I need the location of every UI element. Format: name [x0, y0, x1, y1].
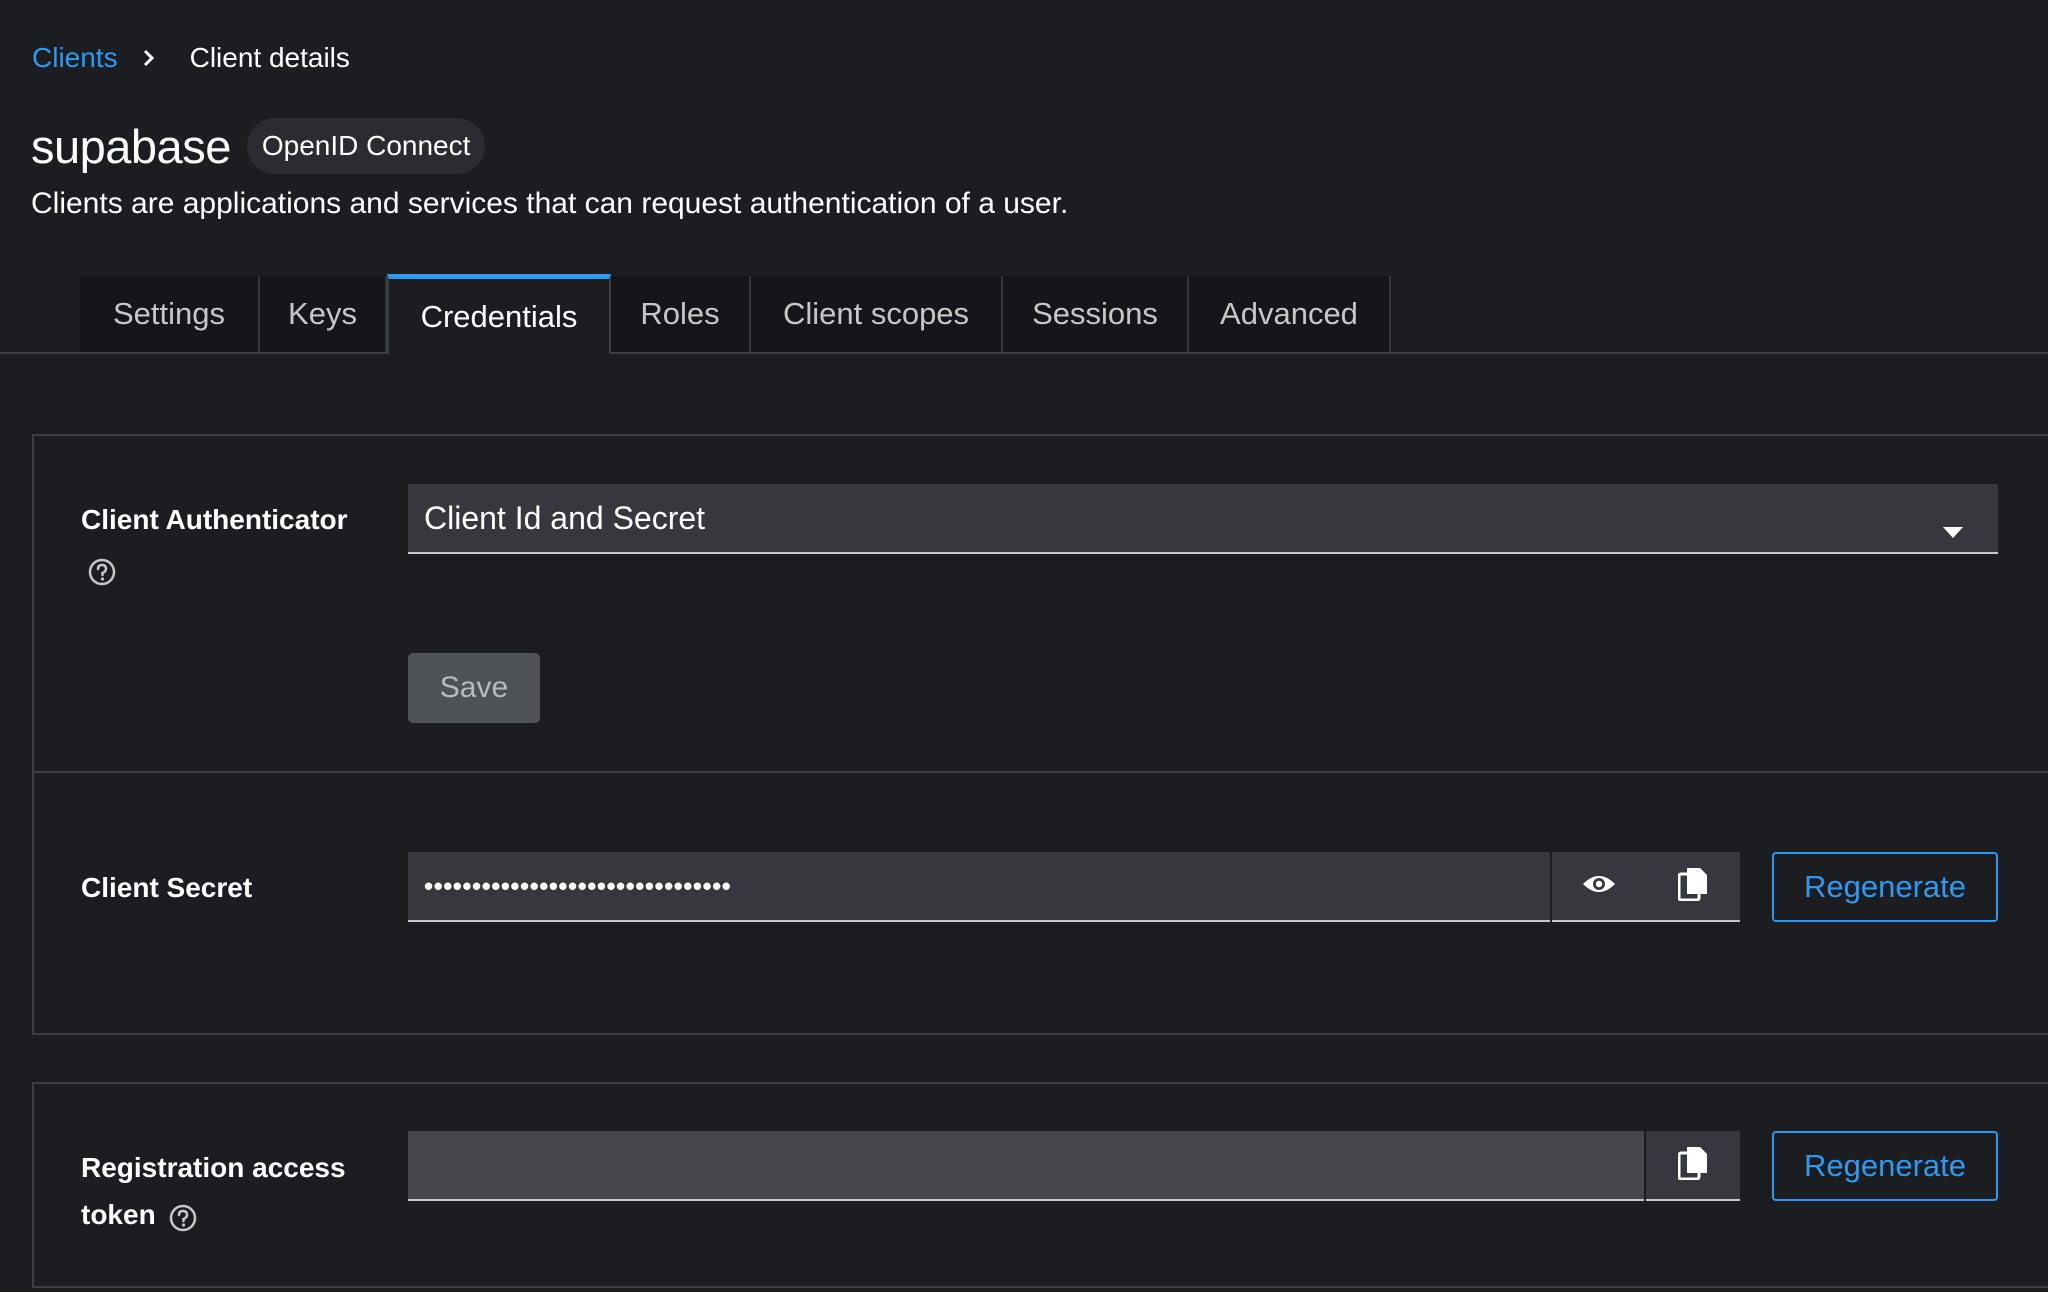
tab-settings[interactable]: Settings	[80, 276, 260, 352]
tab-sessions[interactable]: Sessions	[1003, 276, 1189, 352]
panel-divider	[32, 771, 2048, 773]
registration-token-label: Registration access	[81, 1144, 346, 1192]
client-authenticator-label: Client Authenticator	[81, 496, 348, 544]
tab-bar: Settings Keys Credentials Roles Client s…	[0, 274, 2048, 354]
tab-credentials[interactable]: Credentials	[387, 274, 611, 354]
registration-token-label-line2: token	[81, 1199, 156, 1230]
help-icon[interactable]	[169, 1204, 197, 1232]
registration-token-label-line1: Registration access	[81, 1152, 346, 1183]
breadcrumb: Clients Client details	[32, 40, 350, 76]
title-row: supabase OpenID Connect	[31, 116, 486, 176]
tab-advanced[interactable]: Advanced	[1189, 276, 1391, 352]
copy-icon	[1677, 1146, 1708, 1185]
page-title: supabase	[31, 119, 231, 173]
breadcrumb-current: Client details	[189, 42, 350, 73]
client-authenticator-select[interactable]: Client Id and Secret	[408, 484, 1998, 554]
eye-icon	[1582, 872, 1616, 901]
client-authenticator-label-text: Client Authenticator	[81, 504, 348, 535]
breadcrumb-clients-link[interactable]: Clients	[32, 42, 118, 74]
copy-secret-button[interactable]	[1646, 852, 1740, 922]
page-description: Clients are applications and services th…	[31, 187, 1069, 220]
registration-token-input	[408, 1131, 1644, 1201]
client-authenticator-selected: Client Id and Secret	[424, 499, 706, 536]
tab-roles[interactable]: Roles	[611, 276, 751, 352]
tab-client-scopes[interactable]: Client scopes	[751, 276, 1003, 352]
copy-icon	[1677, 867, 1708, 906]
show-secret-button[interactable]	[1552, 852, 1646, 922]
regenerate-token-button[interactable]: Regenerate	[1772, 1131, 1998, 1201]
client-secret-value: ••••••••••••••••••••••••••••••••	[424, 870, 732, 901]
copy-token-button[interactable]	[1646, 1131, 1740, 1201]
help-icon[interactable]	[88, 558, 116, 586]
client-secret-input[interactable]: ••••••••••••••••••••••••••••••••	[408, 852, 1550, 922]
save-button[interactable]: Save	[408, 653, 540, 723]
protocol-badge: OpenID Connect	[246, 118, 486, 174]
tab-keys[interactable]: Keys	[260, 276, 387, 352]
registration-token-label-line2-row: token	[81, 1191, 156, 1239]
chevron-right-icon	[130, 48, 168, 68]
regenerate-secret-button[interactable]: Regenerate	[1772, 852, 1998, 922]
caret-down-icon	[1942, 511, 1964, 548]
client-secret-label: Client Secret	[81, 872, 253, 903]
